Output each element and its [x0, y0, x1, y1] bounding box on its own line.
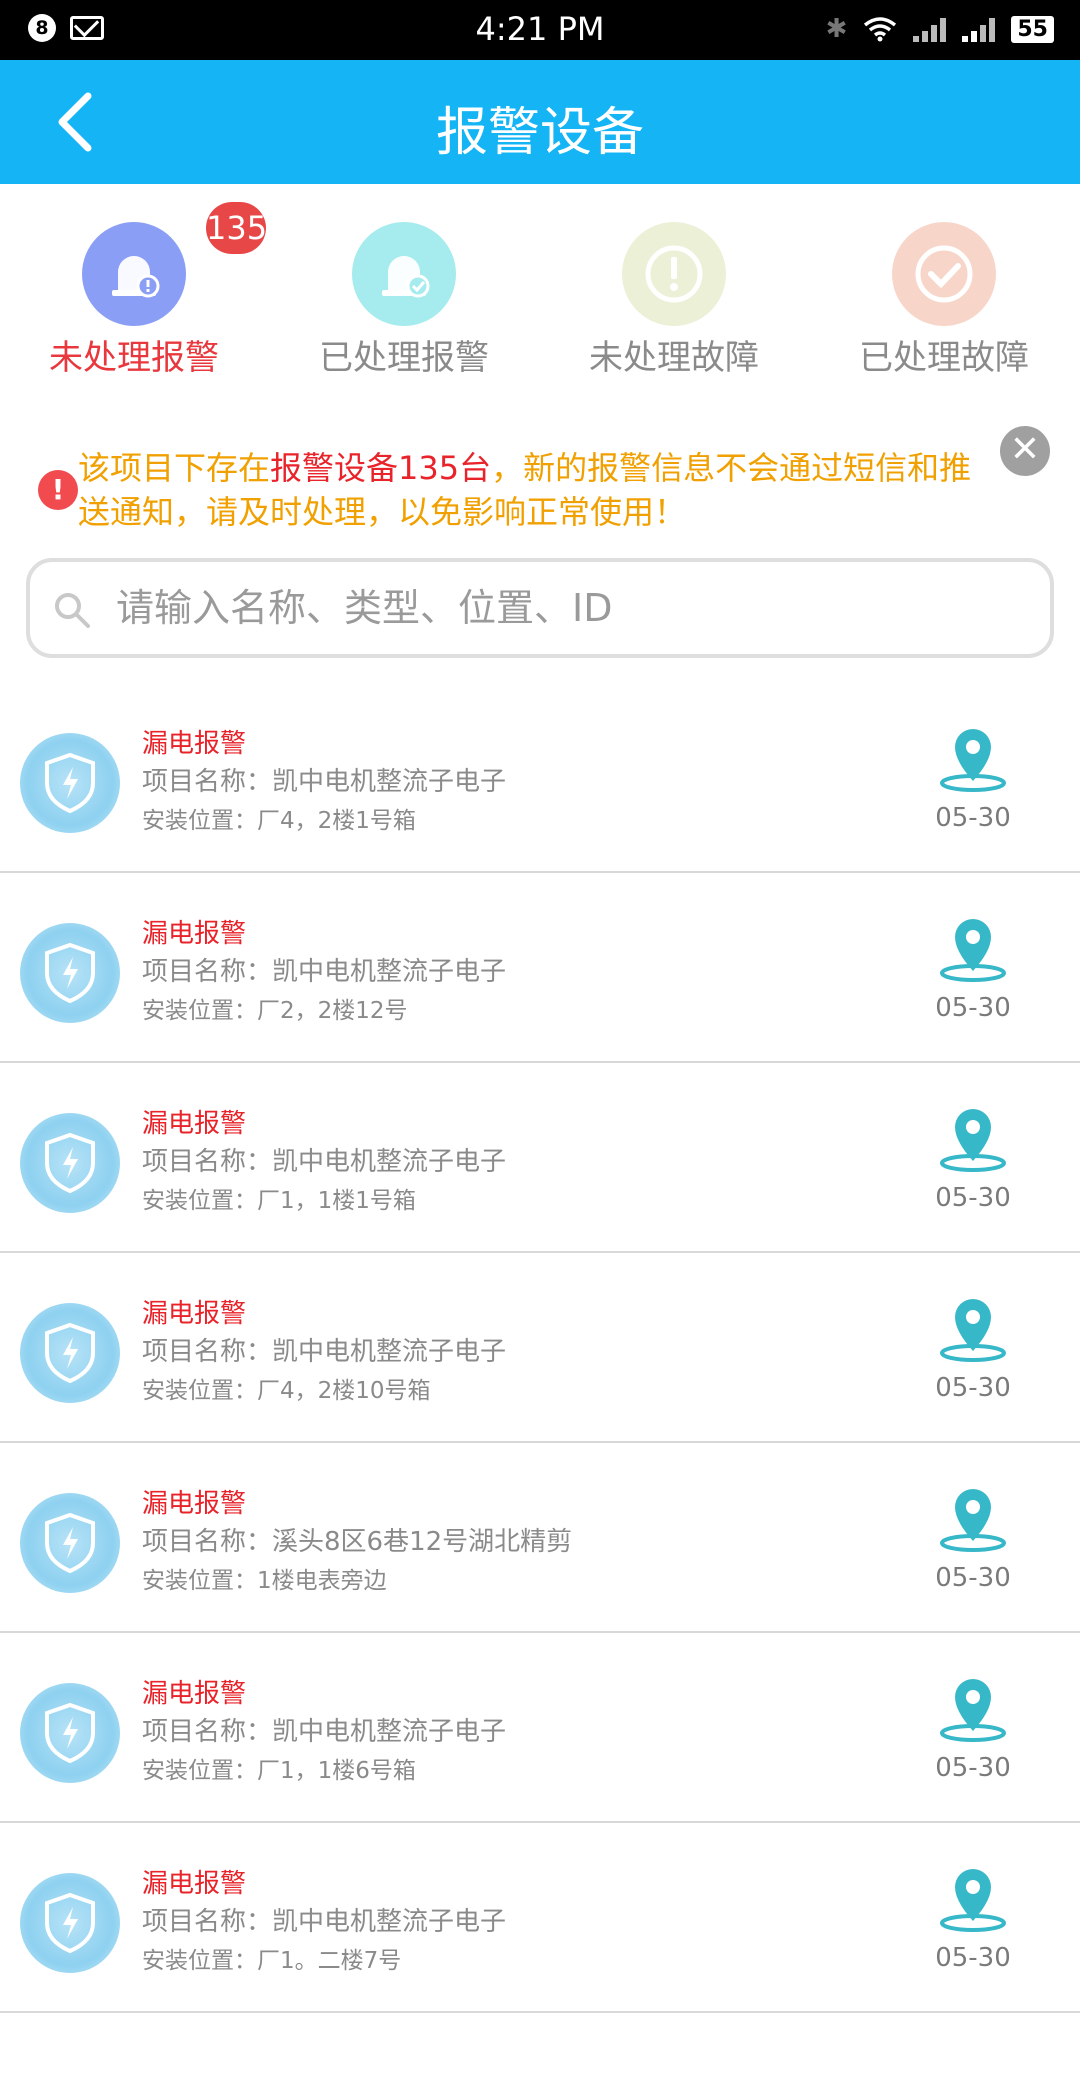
project-name: 项目名称：凯中电机整流子电子: [142, 1717, 507, 1747]
list-item[interactable]: 漏电报警项目名称：凯中电机整流子电子安装位置：厂1，1楼1号箱 05-30: [0, 1063, 1080, 1253]
title-bar: 报警设备: [0, 60, 1080, 184]
leakage-shield-icon: [20, 1683, 120, 1783]
alarm-date: 05-30: [935, 993, 1011, 1023]
notice-text: 该项目下存在报警设备135台，新的报警信息不会通过短信和推送通知，请及时处理，以…: [78, 446, 998, 534]
install-location: 安装位置：1楼电表旁边: [142, 1568, 387, 1594]
install-location: 安装位置：厂4，2楼10号箱: [142, 1378, 431, 1404]
location-pin-icon[interactable]: [938, 1867, 1008, 1933]
list-item[interactable]: 漏电报警项目名称：溪头8区6巷12号湖北精剪安装位置：1楼电表旁边 05-30: [0, 1443, 1080, 1633]
install-location: 安装位置：厂4，2楼1号箱: [142, 808, 416, 834]
signal-icon-2: [962, 16, 996, 42]
install-location: 安装位置：厂1，1楼6号箱: [142, 1758, 416, 1784]
install-location: 安装位置：厂1，1楼1号箱: [142, 1188, 416, 1214]
list-item[interactable]: 漏电报警项目名称：凯中电机整流子电子安装位置：厂1。二楼7号 05-30: [0, 1823, 1080, 2013]
project-name: 项目名称：凯中电机整流子电子: [142, 957, 507, 987]
warning-icon: !: [38, 470, 78, 510]
location-pin-icon[interactable]: [938, 1487, 1008, 1553]
category-tabs: 未处理报警 135 已处理报警 未处理故障 已处理故障: [0, 184, 1080, 384]
unhandled-alarm-icon: [82, 222, 186, 326]
location-pin-icon[interactable]: [938, 1107, 1008, 1173]
device-list: 漏电报警 项目名称：凯中电机整流子电子 安装位置：厂4，2楼1号箱 05-30 漏电报警…: [0, 683, 1080, 2073]
search-box[interactable]: [26, 558, 1054, 658]
status-right: ✱ 55: [826, 14, 1054, 44]
search-input[interactable]: [116, 578, 1016, 638]
tab-handled-fault[interactable]: 已处理故障: [834, 222, 1054, 379]
search-icon: [55, 593, 90, 628]
location-pin-icon[interactable]: [938, 917, 1008, 983]
alarm-count-badge: 135: [206, 202, 267, 254]
status-bar: 8 4:21 PM ✱ 55: [0, 0, 1080, 60]
alarm-date: 05-30: [935, 803, 1011, 833]
alarm-date: 05-30: [935, 1563, 1011, 1593]
alarm-type: 漏电报警: [142, 1679, 247, 1709]
notice-text-before: 该项目下存在: [78, 449, 271, 487]
tab-label: 未处理故障: [589, 338, 759, 378]
project-name: 项目名称：凯中电机整流子电子: [142, 1147, 507, 1177]
tab-label: 已处理报警: [319, 338, 489, 378]
leakage-shield-icon: [20, 1113, 120, 1213]
unhandled-fault-icon: [622, 222, 726, 326]
alarm-type: 漏电报警: [142, 1869, 247, 1899]
list-item[interactable]: 漏电报警项目名称：凯中电机整流子电子安装位置：厂2，2楼12号 05-30: [0, 873, 1080, 1063]
close-icon[interactable]: ✕: [1000, 426, 1050, 476]
list-item[interactable]: 漏电报警项目名称：凯中电机整流子电子安装位置：厂4，2楼10号箱 05-30: [0, 1253, 1080, 1443]
alarm-type: 漏电报警: [142, 1299, 247, 1329]
project-name: 项目名称：凯中电机整流子电子: [142, 1337, 507, 1367]
tab-unhandled-fault[interactable]: 未处理故障: [564, 222, 784, 379]
leakage-shield-icon: [20, 733, 120, 833]
project-name: 项目名称：凯中电机整流子电子: [142, 767, 507, 797]
project-name: 项目名称：凯中电机整流子电子: [142, 1907, 507, 1937]
handled-fault-icon: [892, 222, 996, 326]
list-item-partial[interactable]: [0, 2013, 1080, 2073]
alarm-type: 漏电报警: [142, 1109, 247, 1139]
list-item[interactable]: 漏电报警项目名称：凯中电机整流子电子安装位置：厂4，2楼1号箱 05-30: [0, 683, 1080, 873]
leakage-shield-icon: [20, 923, 120, 1023]
project-name: 项目名称：溪头8区6巷12号湖北精剪: [142, 1527, 573, 1557]
alarm-date: 05-30: [935, 1753, 1011, 1783]
signal-icon-1: [913, 16, 947, 42]
alarm-date: 05-30: [935, 1943, 1011, 1973]
leakage-shield-icon: [20, 1493, 120, 1593]
list-item[interactable]: 漏电报警项目名称：凯中电机整流子电子安装位置：厂1，1楼6号箱 05-30: [0, 1633, 1080, 1823]
bluetooth-icon: ✱: [825, 14, 848, 44]
location-pin-icon[interactable]: [938, 1297, 1008, 1363]
alarm-notice: ! 该项目下存在报警设备135台，新的报警信息不会通过短信和推送通知，请及时处理…: [0, 420, 1080, 540]
location-pin-icon[interactable]: [938, 1677, 1008, 1743]
handled-alarm-icon: [352, 222, 456, 326]
install-location: 安装位置：厂1。二楼7号: [142, 1948, 402, 1974]
page-title: 报警设备: [435, 103, 644, 163]
alarm-type: 漏电报警: [142, 1489, 247, 1519]
leakage-shield-icon: [20, 1873, 120, 1973]
install-location: 安装位置：厂2，2楼12号: [142, 998, 408, 1024]
alarm-date: 05-30: [935, 1183, 1011, 1213]
notice-text-highlight: 报警设备135台: [270, 449, 492, 487]
tab-label: 已处理故障: [859, 338, 1029, 378]
tab-label: 未处理报警: [49, 338, 219, 378]
tab-handled-alarm[interactable]: 已处理报警: [294, 222, 514, 379]
leakage-shield-icon: [20, 1303, 120, 1403]
alarm-type: 漏电报警: [142, 919, 247, 949]
alarm-type: 漏电报警: [142, 729, 247, 759]
wifi-icon: [864, 17, 897, 42]
alarm-date: 05-30: [935, 1373, 1011, 1403]
location-pin-icon[interactable]: [938, 727, 1008, 793]
battery-icon: 55: [1011, 15, 1054, 43]
